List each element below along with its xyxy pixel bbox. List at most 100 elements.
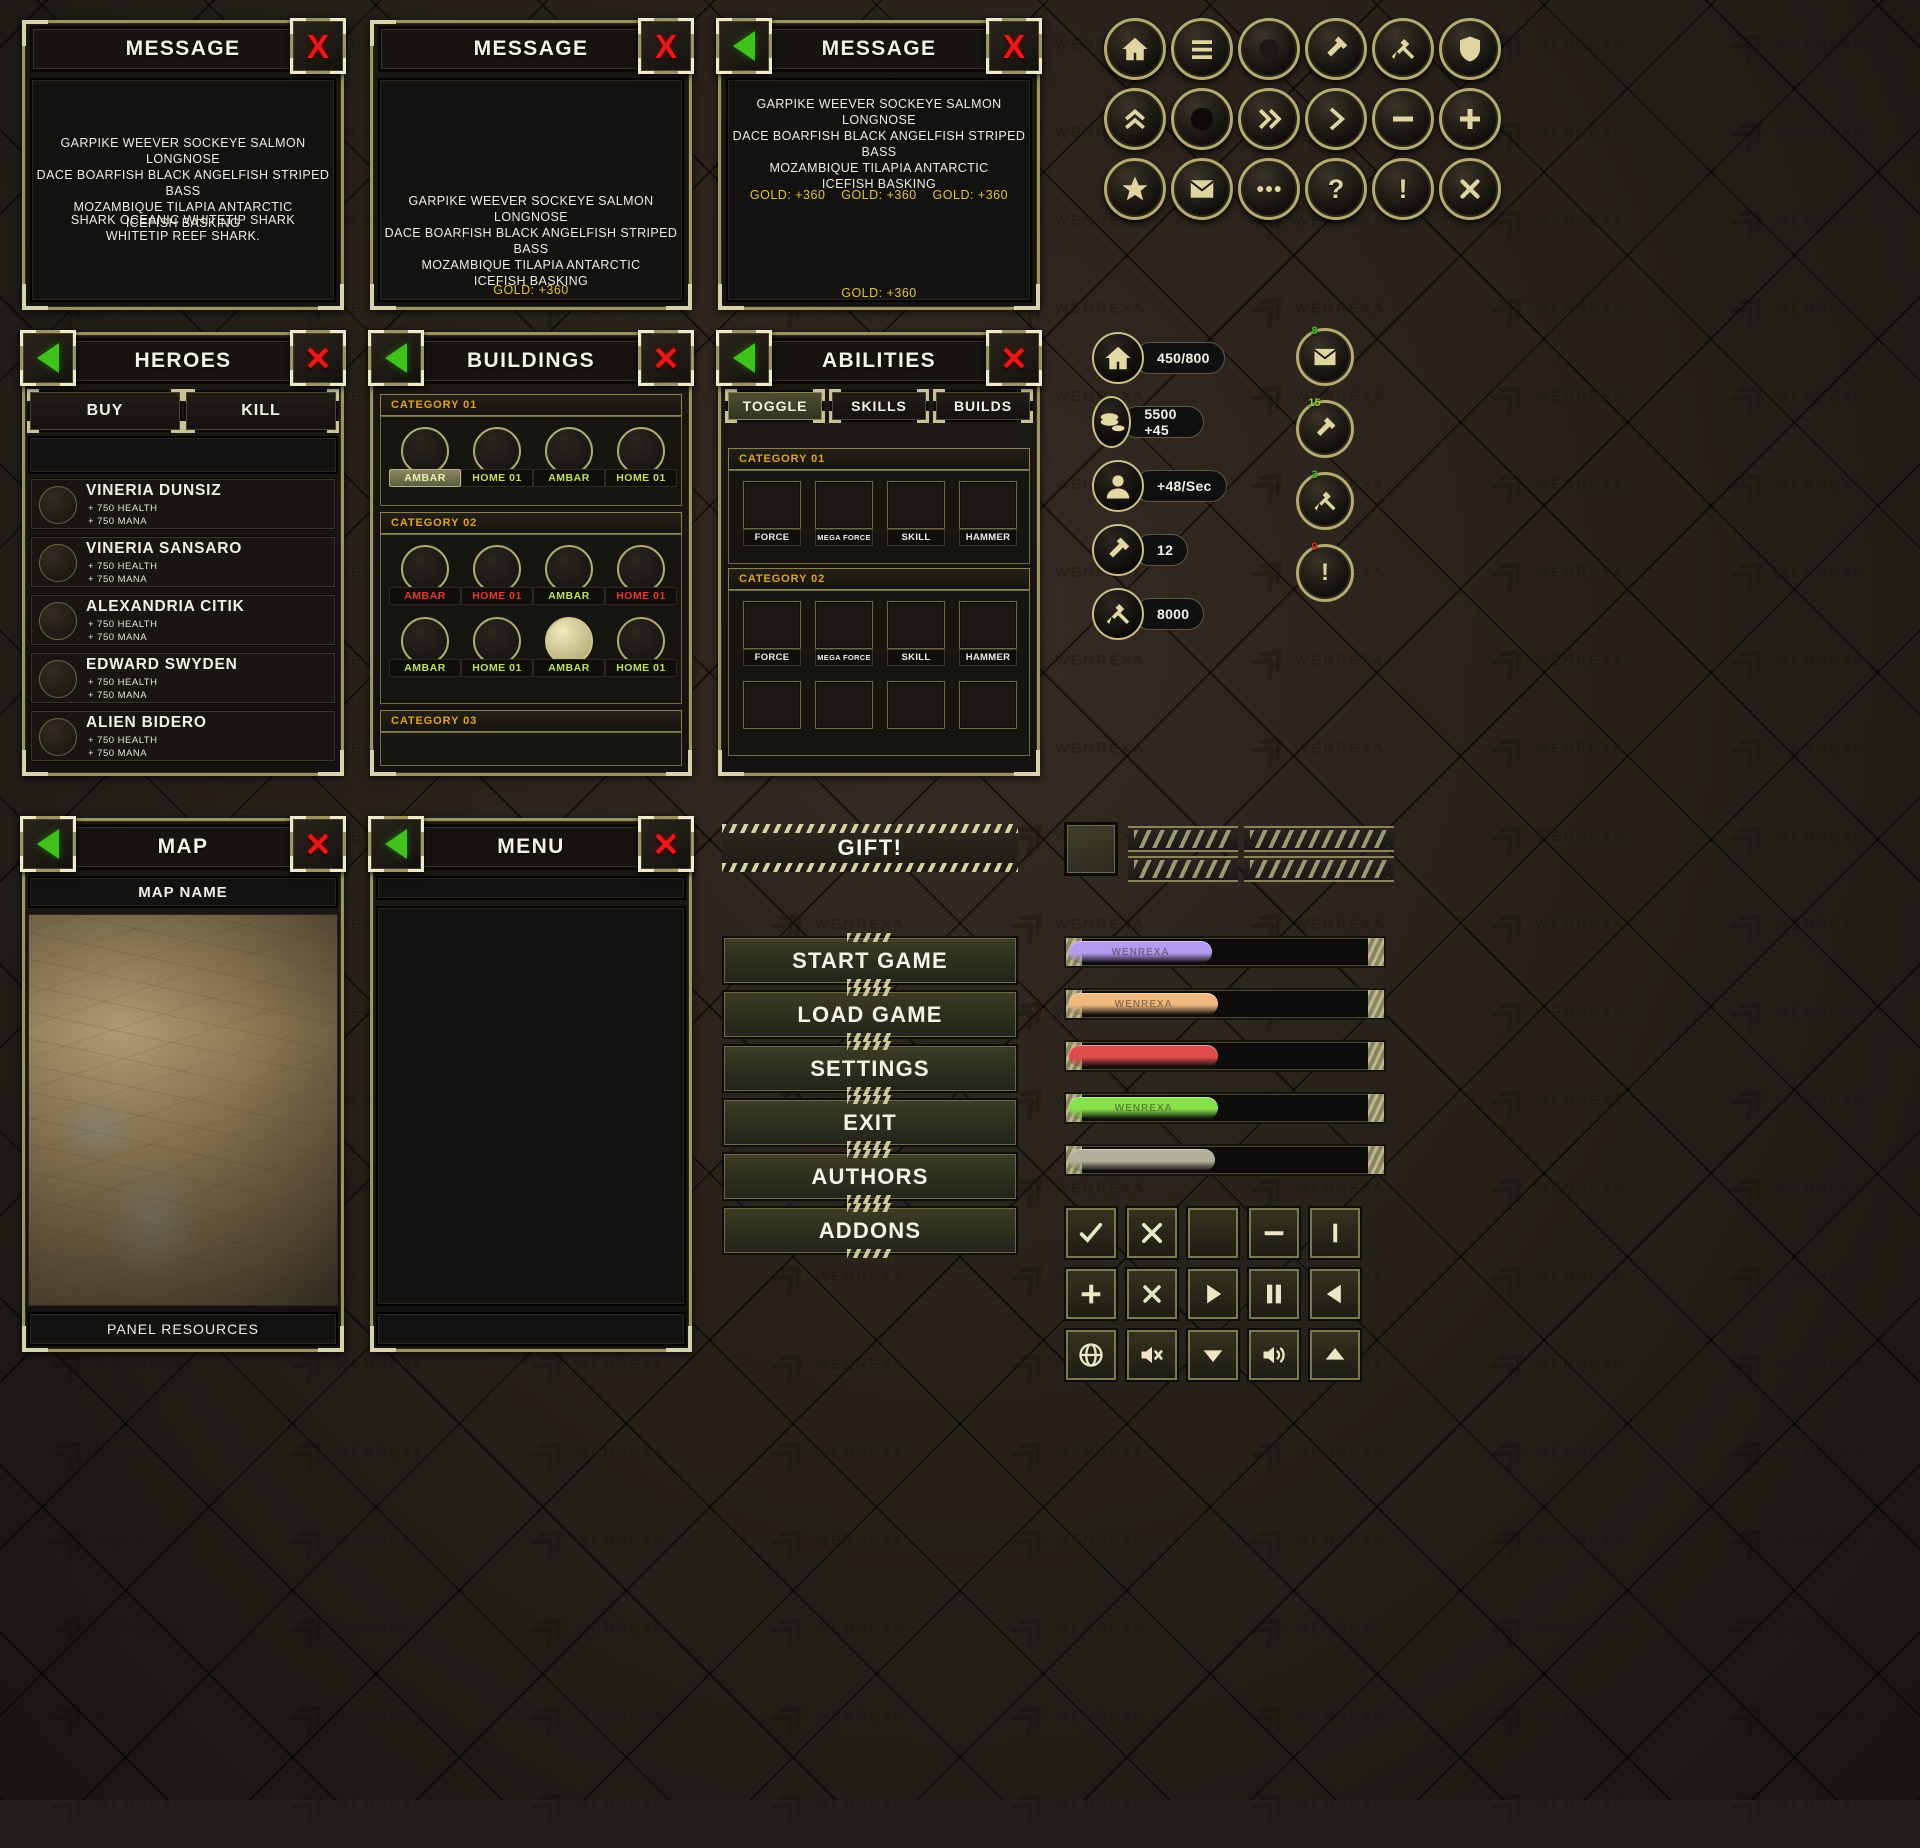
minus-button[interactable]	[1247, 1206, 1301, 1260]
menu-item-exit[interactable]: EXIT	[722, 1098, 1018, 1147]
home-round-button[interactable]	[1104, 18, 1166, 80]
ability-category-01-header[interactable]: CATEGORY 01	[728, 448, 1030, 470]
menu-round-button[interactable]	[1171, 18, 1233, 80]
menu-footer[interactable]	[376, 1312, 686, 1346]
tab-builds[interactable]: BUILDS	[933, 389, 1033, 423]
ability-slot-11[interactable]	[887, 681, 945, 729]
mute-button[interactable]	[1125, 1328, 1179, 1382]
volume-button[interactable]	[1247, 1328, 1301, 1382]
hero-row-1[interactable]: VINERIA DUNSIZ + 750 HEALTH + 750 MANA	[30, 478, 336, 530]
back-button[interactable]	[20, 330, 76, 386]
tab-toggle[interactable]: TOGGLE	[725, 389, 825, 423]
notification-tools[interactable]: 3	[1296, 469, 1354, 530]
add-button[interactable]	[1064, 1267, 1118, 1321]
building-label-6[interactable]: HOME 01	[461, 587, 533, 605]
building-icon-9[interactable]	[401, 617, 449, 665]
building-label-10[interactable]: HOME 01	[461, 659, 533, 677]
resource-hammer[interactable]: 12	[1092, 524, 1189, 576]
hero-row-2[interactable]: VINERIA SANSARO + 750 HEALTH + 750 MANA	[30, 536, 336, 588]
back-button[interactable]	[20, 816, 76, 872]
back-button[interactable]	[716, 18, 772, 74]
building-icon-10[interactable]	[473, 617, 521, 665]
back-button[interactable]	[716, 330, 772, 386]
resource-gold[interactable]: 5500 +45	[1092, 396, 1205, 448]
category-02-header[interactable]: CATEGORY 02	[380, 512, 682, 534]
progress-bar-5[interactable]	[1064, 1144, 1386, 1176]
ability-slot-10[interactable]	[815, 681, 873, 729]
building-icon-11[interactable]	[545, 617, 593, 665]
notification-hammer[interactable]: 15	[1296, 397, 1354, 458]
tools-round-button[interactable]	[1372, 18, 1434, 80]
ability-slot-12[interactable]	[959, 681, 1017, 729]
close-round-button[interactable]	[1439, 158, 1501, 220]
building-label-11[interactable]: AMBAR	[533, 659, 605, 677]
ability-slot-8[interactable]	[959, 601, 1017, 649]
hero-row-4[interactable]: EDWARD SWYDEN + 750 HEALTH + 750 MANA	[30, 652, 336, 704]
confirm-button[interactable]	[1064, 1206, 1118, 1260]
resource-population[interactable]: 450/800	[1092, 332, 1225, 384]
ability-slot-9[interactable]	[743, 681, 801, 729]
progress-bar-4[interactable]: WENREXA	[1064, 1092, 1386, 1124]
hammer-round-button[interactable]	[1305, 18, 1367, 80]
play-button[interactable]	[1186, 1267, 1240, 1321]
previous-button[interactable]	[1308, 1267, 1362, 1321]
progress-bar-2[interactable]: WENREXA	[1064, 988, 1386, 1020]
progress-bar-3[interactable]	[1064, 1040, 1386, 1072]
close-button[interactable]: X	[638, 18, 694, 74]
ability-slot-5[interactable]	[743, 601, 801, 649]
back-button[interactable]	[368, 330, 424, 386]
close-button[interactable]: ✕	[290, 330, 346, 386]
building-icon-12[interactable]	[617, 617, 665, 665]
ability-slot-1[interactable]	[743, 481, 801, 529]
ability-slot-2[interactable]	[815, 481, 873, 529]
notification-mail[interactable]: 8	[1296, 325, 1354, 386]
building-icon-4[interactable]	[617, 427, 665, 475]
shield-round-button[interactable]	[1439, 18, 1501, 80]
building-label-5[interactable]: AMBAR	[389, 587, 461, 605]
close-button[interactable]: X	[986, 18, 1042, 74]
building-label-12[interactable]: HOME 01	[605, 659, 677, 677]
minus-round-button[interactable]	[1372, 88, 1434, 150]
resource-income[interactable]: +48/Sec	[1092, 460, 1227, 512]
close-button[interactable]: ✕	[638, 816, 694, 872]
menu-item-settings[interactable]: SETTINGS	[722, 1044, 1018, 1093]
notification-alert[interactable]: ! 9	[1296, 541, 1354, 602]
ability-slot-3[interactable]	[887, 481, 945, 529]
menu-item-load-game[interactable]: LOAD GAME	[722, 990, 1018, 1039]
bar-button[interactable]	[1308, 1206, 1362, 1260]
next-round-button[interactable]	[1305, 88, 1367, 150]
building-icon-8[interactable]	[617, 545, 665, 593]
collapse-button[interactable]	[1186, 1328, 1240, 1382]
pause-button[interactable]	[1247, 1267, 1301, 1321]
building-label-3[interactable]: AMBAR	[533, 469, 605, 487]
fast-forward-round-button[interactable]	[1238, 88, 1300, 150]
tab-skills[interactable]: SKILLS	[829, 389, 929, 423]
expand-button[interactable]	[1308, 1328, 1362, 1382]
tab-buy[interactable]: BUY	[27, 389, 183, 433]
language-button[interactable]	[1064, 1328, 1118, 1382]
more-round-button[interactable]	[1238, 158, 1300, 220]
building-label-7[interactable]: AMBAR	[533, 587, 605, 605]
building-icon-5[interactable]	[401, 545, 449, 593]
hero-row-5[interactable]: ALIEN BIDERO + 750 HEALTH + 750 MANA	[30, 710, 336, 762]
progress-bar-1[interactable]: WENREXA	[1064, 936, 1386, 968]
menu-item-addons[interactable]: ADDONS	[722, 1206, 1018, 1255]
category-03-header[interactable]: CATEGORY 03	[380, 710, 682, 732]
category-01-header[interactable]: CATEGORY 01	[380, 394, 682, 416]
building-label-4[interactable]: HOME 01	[605, 469, 677, 487]
building-icon-3[interactable]	[545, 427, 593, 475]
solid-round-button[interactable]	[1171, 88, 1233, 150]
star-round-button[interactable]	[1104, 158, 1166, 220]
hero-row-3[interactable]: ALEXANDRIA CITIK + 750 HEALTH + 750 MANA	[30, 594, 336, 646]
building-icon-2[interactable]	[473, 427, 521, 475]
back-button[interactable]	[368, 816, 424, 872]
help-round-button[interactable]: ?	[1305, 158, 1367, 220]
delete-button[interactable]	[1125, 1267, 1179, 1321]
menu-item-start-game[interactable]: START GAME	[722, 936, 1018, 985]
menu-item-authors[interactable]: AUTHORS	[722, 1152, 1018, 1201]
blank-button[interactable]	[1186, 1206, 1240, 1260]
blank-round-button[interactable]	[1238, 18, 1300, 80]
close-button[interactable]: ✕	[986, 330, 1042, 386]
map-image[interactable]	[28, 914, 338, 1306]
close-button[interactable]: ✕	[290, 816, 346, 872]
